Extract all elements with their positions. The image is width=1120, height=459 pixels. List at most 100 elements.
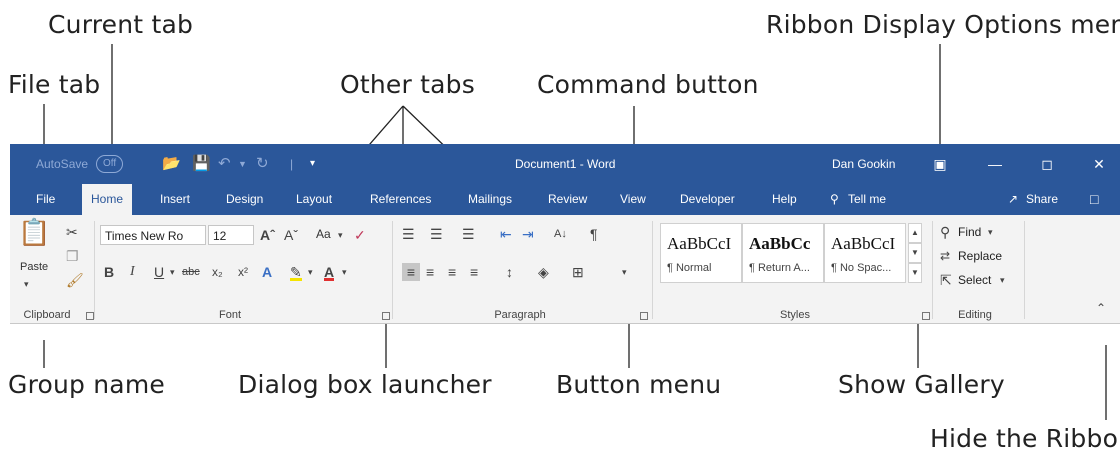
- replace-button[interactable]: Replace: [958, 249, 1002, 263]
- styles-dialog-launcher[interactable]: [922, 312, 930, 320]
- tab-mailings[interactable]: Mailings: [468, 184, 512, 215]
- clipboard-dialog-launcher[interactable]: [86, 312, 94, 320]
- font-color-dropdown-icon[interactable]: ▾: [342, 263, 347, 281]
- change-case-button[interactable]: Aa: [316, 227, 331, 241]
- copy-icon[interactable]: ❐: [66, 247, 79, 265]
- cut-icon[interactable]: ✂: [66, 223, 78, 241]
- paste-dropdown-icon[interactable]: ▾: [24, 275, 29, 293]
- tell-me-box[interactable]: Tell me: [848, 184, 886, 215]
- autosave-toggle[interactable]: Off: [96, 155, 124, 173]
- comments-icon[interactable]: □: [1090, 184, 1098, 215]
- sort-icon[interactable]: A↓: [554, 225, 567, 243]
- callout-command-button: Command button: [537, 70, 759, 99]
- customize-toolbar-icon[interactable]: ▾: [310, 144, 315, 184]
- tab-review[interactable]: Review: [548, 184, 587, 215]
- select-dropdown-icon[interactable]: ▾: [1000, 271, 1005, 289]
- group-separator: [392, 221, 393, 319]
- borders-icon[interactable]: ⊞: [572, 263, 584, 281]
- font-color-icon[interactable]: A: [324, 263, 335, 281]
- shading-icon[interactable]: ◈: [538, 263, 549, 281]
- callout-dialog-box-launcher: Dialog box launcher: [238, 370, 492, 399]
- paste-icon[interactable]: 📋: [18, 219, 50, 253]
- align-left-icon[interactable]: ≡: [402, 263, 420, 281]
- font-size-dropdown[interactable]: 12: [208, 225, 254, 245]
- grow-font-icon[interactable]: Aˆ: [260, 226, 275, 244]
- redo-icon[interactable]: ↻: [256, 144, 269, 184]
- collapse-ribbon-icon[interactable]: ⌃: [1096, 299, 1106, 317]
- tab-file[interactable]: File: [36, 184, 55, 215]
- tab-references[interactable]: References: [370, 184, 431, 215]
- text-effects-icon[interactable]: A: [262, 263, 272, 281]
- tab-view[interactable]: View: [620, 184, 646, 215]
- show-formatting-marks-icon[interactable]: ¶: [590, 225, 598, 243]
- tab-developer[interactable]: Developer: [680, 184, 735, 215]
- align-right-icon[interactable]: ≡: [448, 263, 456, 281]
- gallery-scroll-down-icon[interactable]: ▼: [908, 243, 922, 263]
- format-painter-icon[interactable]: 🖌: [66, 271, 84, 289]
- minimize-icon[interactable]: —: [980, 144, 1010, 184]
- tab-design[interactable]: Design: [226, 184, 263, 215]
- tab-help[interactable]: Help: [772, 184, 797, 215]
- increase-indent-icon[interactable]: ⇥: [522, 225, 534, 243]
- close-icon[interactable]: ✕: [1084, 144, 1114, 184]
- change-case-dropdown-icon[interactable]: ▾: [338, 226, 343, 244]
- borders-dropdown-icon[interactable]: ▾: [622, 263, 627, 281]
- subscript-icon[interactable]: x₂: [212, 263, 223, 281]
- select-icon[interactable]: ⇱: [940, 271, 952, 289]
- undo-dropdown-icon[interactable]: ▼: [238, 144, 247, 184]
- user-name[interactable]: Dan Gookin: [832, 144, 895, 184]
- save-icon[interactable]: 💾: [192, 144, 211, 184]
- shrink-font-icon[interactable]: Aˇ: [284, 226, 298, 244]
- italic-icon[interactable]: I: [130, 263, 135, 281]
- font-name-dropdown[interactable]: Times New Ro: [100, 225, 206, 245]
- find-button[interactable]: Find: [958, 225, 981, 239]
- replace-icon[interactable]: ⇄: [940, 247, 950, 265]
- multilevel-list-icon[interactable]: ☰: [462, 225, 475, 243]
- style-no-spacing[interactable]: AaBbCcI ¶ No Spac...: [824, 223, 906, 283]
- underline-icon[interactable]: U: [154, 263, 164, 281]
- strikethrough-icon[interactable]: abc: [182, 263, 200, 281]
- callout-current-tab: Current tab: [48, 10, 194, 39]
- open-folder-icon[interactable]: 📂: [162, 144, 181, 184]
- numbering-icon[interactable]: ☰: [430, 225, 443, 243]
- highlight-icon[interactable]: ✎: [290, 263, 302, 281]
- underline-dropdown-icon[interactable]: ▾: [170, 263, 175, 281]
- select-button[interactable]: Select: [958, 273, 991, 287]
- tab-layout[interactable]: Layout: [296, 184, 332, 215]
- paste-label[interactable]: Paste: [20, 261, 48, 273]
- group-separator: [652, 221, 653, 319]
- ribbon-tabs: File Home Insert Design Layout Reference…: [10, 184, 1120, 215]
- share-icon[interactable]: ↗: [1008, 184, 1018, 215]
- ribbon: 📋 Paste ▾ ✂ ❐ 🖌 Clipboard Times New Ro 1…: [10, 215, 1120, 324]
- search-icon[interactable]: ⚲: [830, 184, 839, 215]
- maximize-icon[interactable]: ◻: [1032, 144, 1062, 184]
- clear-formatting-icon[interactable]: ✓: [354, 226, 366, 244]
- bullets-icon[interactable]: ☰: [402, 225, 415, 243]
- document-title: Document1 - Word: [515, 157, 616, 171]
- group-separator: [1024, 221, 1025, 319]
- callout-file-tab: File tab: [8, 70, 101, 99]
- tab-insert[interactable]: Insert: [160, 184, 190, 215]
- find-icon[interactable]: ⚲: [940, 223, 950, 241]
- find-dropdown-icon[interactable]: ▾: [988, 223, 993, 241]
- superscript-icon[interactable]: x²: [238, 263, 248, 281]
- group-name-clipboard: Clipboard: [23, 309, 71, 321]
- gallery-scroll-up-icon[interactable]: ▲: [908, 223, 922, 243]
- style-normal[interactable]: AaBbCcI ¶ Normal: [660, 223, 742, 283]
- style-label: ¶ Normal: [667, 262, 712, 274]
- bold-icon[interactable]: B: [104, 263, 114, 281]
- tab-home[interactable]: Home: [82, 184, 133, 215]
- ribbon-display-options-icon[interactable]: ▣: [925, 144, 955, 184]
- show-gallery-icon[interactable]: ▼: [908, 263, 922, 283]
- justify-icon[interactable]: ≡: [470, 263, 478, 281]
- highlight-dropdown-icon[interactable]: ▾: [308, 263, 313, 281]
- line-spacing-icon[interactable]: ↕: [506, 263, 513, 281]
- decrease-indent-icon[interactable]: ⇤: [500, 225, 512, 243]
- align-center-icon[interactable]: ≡: [426, 263, 434, 281]
- share-button[interactable]: Share: [1026, 184, 1058, 215]
- paragraph-dialog-launcher[interactable]: [640, 312, 648, 320]
- undo-icon[interactable]: ↶: [218, 144, 231, 184]
- style-return-address[interactable]: AaBbCc ¶ Return A...: [742, 223, 824, 283]
- group-separator: [94, 221, 95, 319]
- font-dialog-launcher[interactable]: [382, 312, 390, 320]
